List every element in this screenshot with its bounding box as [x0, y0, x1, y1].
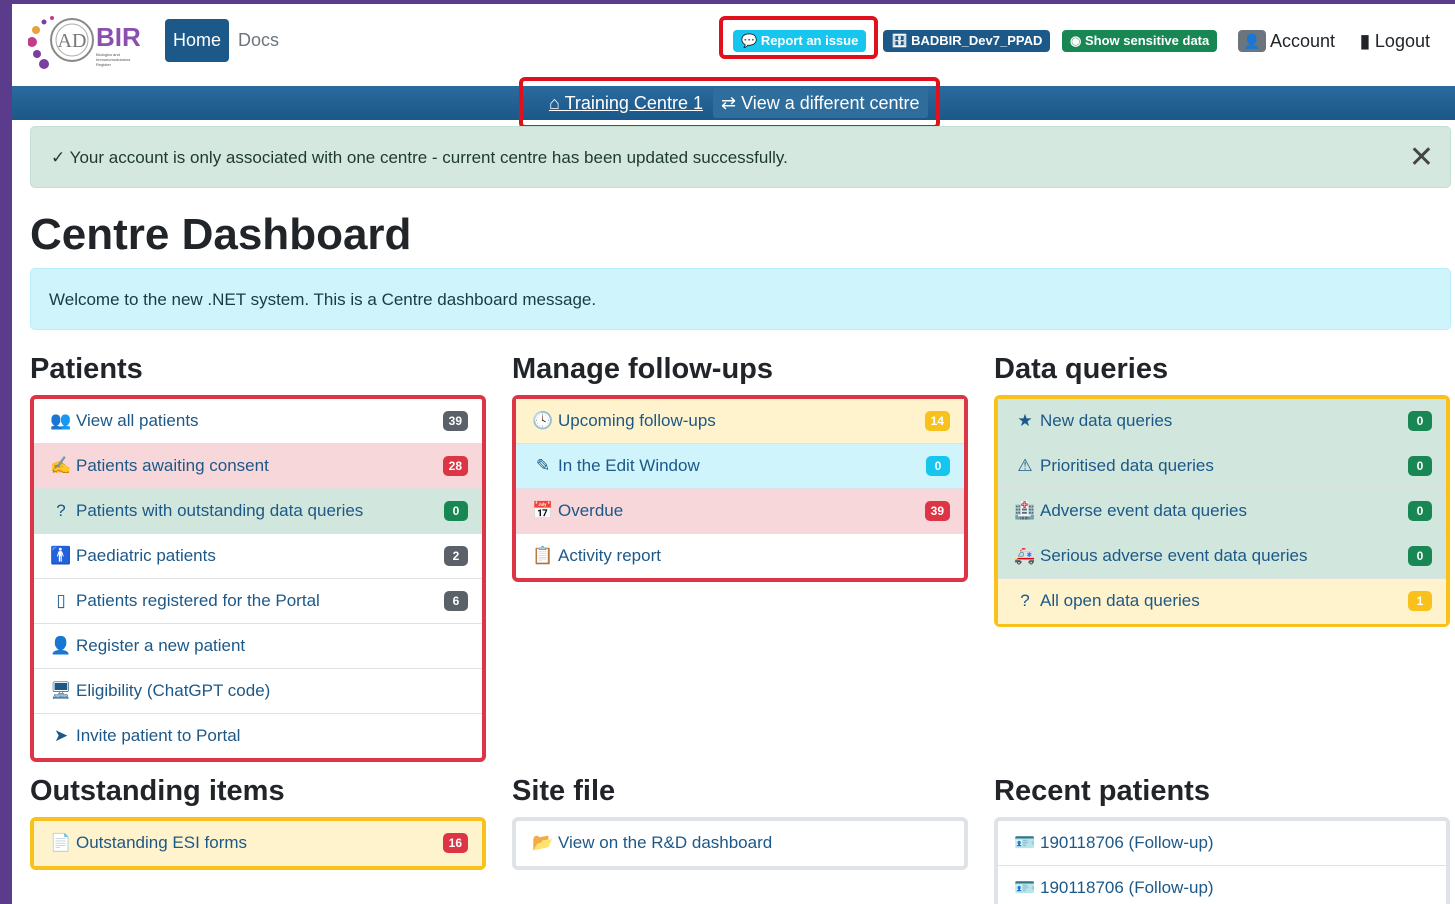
upcoming-followups-link[interactable]: 🕓 Upcoming follow-ups 14	[516, 399, 964, 444]
prioritised-queries-link[interactable]: ⚠ Prioritised data queries 0	[998, 444, 1446, 489]
count-badge: 0	[1408, 546, 1432, 566]
recent-patients-panel: 🪪 190118706 (Follow-up) 🪪 190118706 (Fol…	[994, 817, 1450, 904]
count-badge: 0	[1408, 456, 1432, 476]
count-badge: 0	[1408, 501, 1432, 521]
comment-icon: 💬	[741, 33, 761, 48]
nav-home-link[interactable]: Home	[165, 19, 229, 62]
door-icon: ▮	[1360, 31, 1370, 51]
badbir-logo[interactable]: AD BIR Biologics and Immunomodulators Re…	[27, 10, 146, 74]
recent-patients-heading: Recent patients	[994, 775, 1210, 807]
svg-text:AD: AD	[58, 30, 87, 52]
id-card-icon: 🪪	[1014, 878, 1036, 897]
activity-report-link[interactable]: 📋 Activity report	[516, 534, 964, 579]
top-navbar: AD BIR Biologics and Immunomodulators Re…	[12, 4, 1455, 86]
mobile-icon: ▯	[56, 591, 66, 610]
new-queries-link[interactable]: ★ New data queries 0	[998, 399, 1446, 444]
count-badge: 0	[444, 501, 468, 521]
count-badge: 1	[1408, 591, 1432, 611]
eligibility-link[interactable]: 🖥 Eligibility (ChatGPT code)	[34, 669, 482, 714]
overdue-link[interactable]: 📅 Overdue 39	[516, 489, 964, 534]
view-all-patients-link[interactable]: 👥 View all patients 39	[34, 399, 482, 444]
count-badge: 28	[442, 456, 468, 476]
file-plus-icon: 📄	[50, 833, 72, 852]
logout-link[interactable]: ▮ Logout	[1360, 30, 1430, 52]
report-issue-button[interactable]: 💬 Report an issue	[733, 30, 867, 52]
count-badge: 39	[924, 501, 950, 521]
recent-patient-link[interactable]: 🪪 190118706 (Follow-up)	[998, 821, 1446, 866]
data-queries-panel: ★ New data queries 0 ⚠ Prioritised data …	[994, 395, 1450, 627]
nav-docs-link[interactable]: Docs	[238, 19, 279, 62]
logo-text: BIR	[96, 22, 141, 52]
recent-patient-link[interactable]: 🪪 190118706 (Follow-up)	[998, 866, 1446, 904]
edit-icon: ✎	[535, 456, 551, 475]
warning-icon: ⚠	[1017, 456, 1033, 475]
data-queries-heading: Data queries	[994, 353, 1169, 385]
count-badge: 0	[926, 456, 950, 476]
logo-subtitle: Biologics and Immunomodulators Register	[96, 52, 131, 67]
serious-adverse-queries-link[interactable]: 🚑 Serious adverse event data queries 0	[998, 534, 1446, 579]
patients-heading: Patients	[30, 353, 143, 385]
database-badge[interactable]: 🗄 BADBIR_Dev7_PPAD	[883, 30, 1051, 52]
check-icon: ✓	[51, 148, 70, 167]
account-icon: 👤	[1238, 30, 1266, 52]
star-icon: ★	[1017, 411, 1033, 430]
clipboard-icon: 📋	[532, 546, 554, 565]
portal-patients-link[interactable]: ▯ Patients registered for the Portal 6	[34, 579, 482, 624]
outstanding-esi-forms-link[interactable]: 📄 Outstanding ESI forms 16	[34, 821, 482, 866]
all-open-queries-link[interactable]: ? All open data queries 1	[998, 579, 1446, 624]
count-badge: 16	[442, 833, 468, 853]
rd-dashboard-link[interactable]: 📂 View on the R&D dashboard	[516, 821, 964, 866]
folder-open-icon: 📂	[532, 833, 554, 852]
outstanding-items-panel: 📄 Outstanding ESI forms 16	[30, 817, 486, 870]
account-link[interactable]: 👤 Account	[1238, 30, 1335, 52]
calendar-x-icon: 📅	[532, 501, 554, 520]
question-icon: ?	[56, 501, 66, 520]
invite-portal-link[interactable]: ➤ Invite patient to Portal	[34, 714, 482, 759]
paper-plane-icon: ➤	[53, 726, 69, 745]
paediatric-patients-link[interactable]: 🚹 Paediatric patients 2	[34, 534, 482, 579]
site-file-heading: Site file	[512, 775, 616, 807]
count-badge: 2	[444, 546, 468, 566]
child-icon: 🚹	[50, 546, 72, 565]
page: AD BIR Biologics and Immunomodulators Re…	[12, 4, 1455, 904]
count-badge: 0	[1408, 411, 1432, 431]
page-title: Centre Dashboard	[30, 210, 412, 259]
patients-panel: 👥 View all patients 39 ✍ Patients awaiti…	[30, 395, 486, 762]
close-icon[interactable]: ✕	[1409, 127, 1434, 189]
signature-icon: ✍	[50, 456, 72, 475]
show-sensitive-data-button[interactable]: ◉ Show sensitive data	[1062, 30, 1218, 52]
adverse-event-queries-link[interactable]: 🏥 Adverse event data queries 0	[998, 489, 1446, 534]
dashboard-message: Welcome to the new .NET system. This is …	[30, 268, 1451, 330]
eye-icon: ◉	[1070, 33, 1085, 48]
outstanding-items-heading: Outstanding items	[30, 775, 285, 807]
awaiting-consent-link[interactable]: ✍ Patients awaiting consent 28	[34, 444, 482, 489]
database-icon: 🗄	[891, 33, 912, 48]
followups-panel: 🕓 Upcoming follow-ups 14 ✎ In the Edit W…	[512, 395, 968, 582]
count-badge: 39	[442, 411, 468, 431]
ambulance-icon: 🚑	[1014, 546, 1036, 565]
followups-heading: Manage follow-ups	[512, 353, 773, 385]
count-badge: 6	[444, 591, 468, 611]
user-plus-icon: 👤	[50, 636, 72, 655]
centre-highlight	[519, 77, 940, 129]
register-patient-link[interactable]: 👤 Register a new patient	[34, 624, 482, 669]
edit-window-link[interactable]: ✎ In the Edit Window 0	[516, 444, 964, 489]
id-card-icon: 🪪	[1014, 833, 1036, 852]
users-icon: 👥	[50, 411, 72, 430]
clock-icon: 🕓	[532, 411, 554, 430]
computer-icon: 🖥	[50, 681, 72, 700]
success-alert: ✓ Your account is only associated with o…	[30, 126, 1451, 188]
count-badge: 14	[924, 411, 950, 431]
outstanding-queries-link[interactable]: ? Patients with outstanding data queries…	[34, 489, 482, 534]
site-file-panel: 📂 View on the R&D dashboard	[512, 817, 968, 870]
question-icon: ?	[1020, 591, 1030, 610]
hospital-user-icon: 🏥	[1014, 501, 1036, 520]
